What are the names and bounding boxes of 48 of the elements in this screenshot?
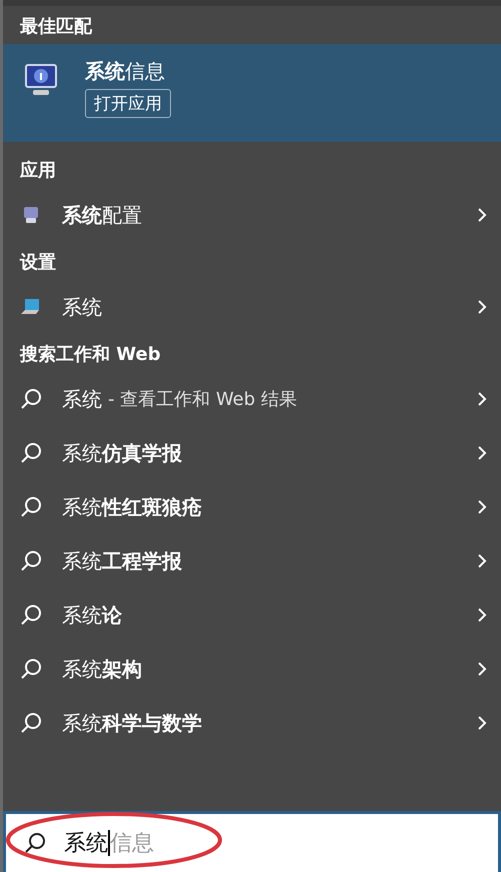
chevron-right-icon xyxy=(477,553,487,569)
chevron-right-icon xyxy=(477,445,487,461)
search-field[interactable]: 系统信息 xyxy=(3,811,501,872)
best-match-panel[interactable]: 系统信息 打开应用 xyxy=(3,44,501,142)
result-label: 系统性红斑狼疮 xyxy=(62,494,202,520)
search-icon xyxy=(20,442,42,464)
result-label: 系统工程学报 xyxy=(62,548,182,574)
open-app-button[interactable]: 打开应用 xyxy=(85,89,171,118)
search-icon xyxy=(20,550,42,572)
laptop-icon xyxy=(20,297,42,317)
result-row[interactable]: 系统性红斑狼疮 xyxy=(3,480,501,534)
result-row[interactable]: 系统架构 xyxy=(3,642,501,696)
search-icon xyxy=(20,604,42,626)
search-icon xyxy=(20,496,42,518)
search-text: 系统 xyxy=(64,830,108,858)
result-row[interactable]: 系统仿真学报 xyxy=(3,426,501,480)
chevron-right-icon xyxy=(477,299,487,315)
search-icon xyxy=(20,658,42,680)
result-row[interactable]: 系统工程学报 xyxy=(3,534,501,588)
result-label: 系统架构 xyxy=(62,656,142,682)
section-heading: 设置 xyxy=(18,251,57,275)
result-row[interactable]: 系统科学与数学 xyxy=(3,696,501,750)
monitor-info-icon xyxy=(23,62,59,98)
result-label: 系统配置 xyxy=(62,202,142,228)
result-label: 系统科学与数学 xyxy=(62,710,202,736)
search-icon xyxy=(20,712,42,734)
chevron-right-icon xyxy=(477,661,487,677)
result-label: 系统 xyxy=(62,386,102,412)
result-label: 系统论 xyxy=(62,602,122,628)
result-row[interactable]: 系统 - 查看工作和 Web 结果 xyxy=(3,372,501,426)
chevron-right-icon xyxy=(477,607,487,623)
chevron-right-icon xyxy=(477,391,487,407)
result-label: 系统仿真学报 xyxy=(62,440,182,466)
section-heading: 搜索工作和 Web xyxy=(18,343,162,367)
chevron-right-icon xyxy=(477,715,487,731)
search-icon xyxy=(20,388,42,410)
autocomplete-text: 信息 xyxy=(110,830,154,858)
section-heading: 应用 xyxy=(18,159,57,183)
app-title: 系统信息 xyxy=(85,58,165,85)
result-row[interactable]: 系统论 xyxy=(3,588,501,642)
result-note: - 查看工作和 Web 结果 xyxy=(108,388,297,411)
search-icon xyxy=(24,832,46,854)
result-label: 系统 xyxy=(62,294,102,320)
result-row[interactable]: 系统配置 xyxy=(3,188,501,242)
chevron-right-icon xyxy=(477,499,487,515)
section-heading: 最佳匹配 xyxy=(19,15,94,39)
chevron-right-icon xyxy=(477,207,487,223)
result-row[interactable]: 系统 xyxy=(3,280,501,334)
